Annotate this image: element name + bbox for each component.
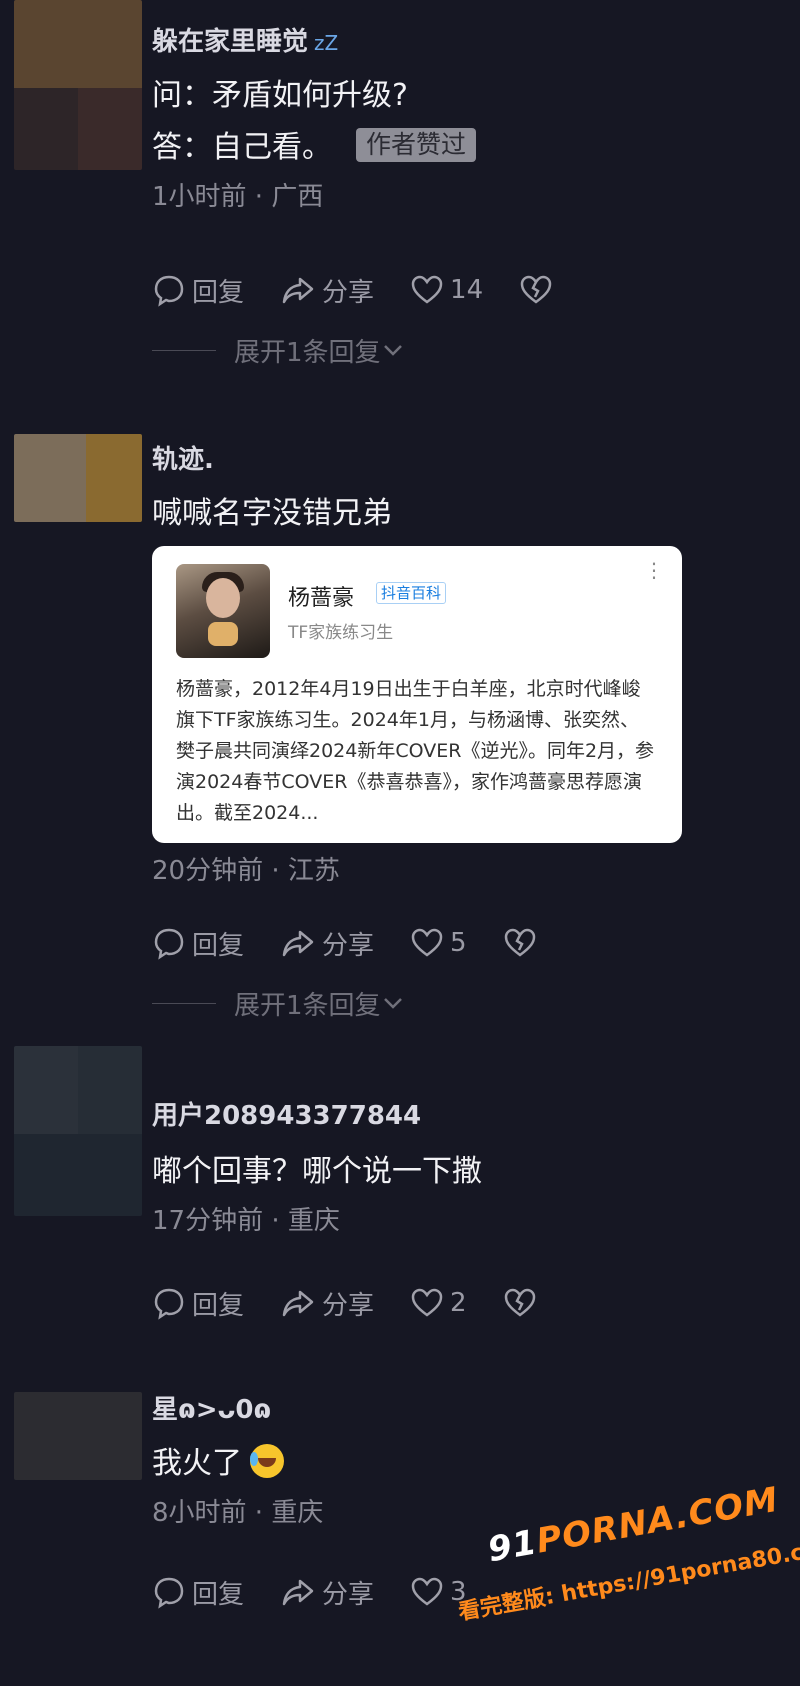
share-label: 分享 xyxy=(322,1579,375,1610)
comment-text: 喊喊名字没错兄弟 xyxy=(152,496,392,531)
username[interactable]: 躲在家里睡觉 zZ xyxy=(152,24,780,60)
comment-text: 我火了 xyxy=(152,1442,780,1486)
like-count: 5 xyxy=(450,928,467,958)
divider-line xyxy=(152,1002,216,1004)
reply-label: 回复 xyxy=(192,1579,245,1610)
share-label: 分享 xyxy=(322,930,375,961)
comment-actions: 回复 分享 2 xyxy=(152,1283,579,1323)
expand-replies[interactable]: 展开1条回复 xyxy=(152,985,405,1021)
heart-icon xyxy=(411,1577,443,1606)
laughing-tears-emoji-icon xyxy=(250,1444,284,1478)
comment-actions: 回复 分享 14 xyxy=(152,270,595,310)
comment-meta: 1小时前 · 广西 xyxy=(152,182,324,212)
reply-label: 回复 xyxy=(192,277,245,308)
share-arrow-icon xyxy=(282,277,314,304)
share-button[interactable]: 分享 xyxy=(280,925,374,962)
chevron-down-icon xyxy=(383,345,402,356)
baike-card[interactable]: 杨蔷豪 抖音百科 TF家族练习生 ⋮ 杨蔷豪，2012年4月19日出生于白羊座，… xyxy=(152,546,682,843)
comment-bubble-icon xyxy=(154,928,184,960)
avatar[interactable] xyxy=(14,1046,142,1216)
card-subtitle: TF家族练习生 xyxy=(288,623,394,643)
reply-button[interactable]: 回复 xyxy=(152,1285,244,1322)
comment-text: 问：矛盾如何升级? xyxy=(152,78,408,113)
like-button[interactable]: 5 xyxy=(410,927,467,959)
comment-actions: 回复 分享 3 xyxy=(152,1572,503,1612)
comment-meta: 17分钟前 · 重庆 xyxy=(152,1206,340,1236)
expand-label: 展开1条回复 xyxy=(234,337,381,368)
share-label: 分享 xyxy=(322,277,375,308)
username[interactable]: 星ɷ>ᴗ0ɷ xyxy=(152,1392,780,1428)
reply-button[interactable]: 回复 xyxy=(152,925,244,962)
username[interactable]: 用户208943377844 xyxy=(152,1098,780,1134)
heart-icon xyxy=(411,928,443,957)
like-button[interactable]: 2 xyxy=(410,1287,467,1319)
card-body: 杨蔷豪，2012年4月19日出生于白羊座，北京时代峰峻旗下TF家族练习生。202… xyxy=(176,678,655,824)
like-count: 14 xyxy=(450,275,484,305)
share-button[interactable]: 分享 xyxy=(280,1285,374,1322)
dislike-button[interactable] xyxy=(503,1287,543,1319)
heart-icon xyxy=(411,275,443,304)
card-name: 杨蔷豪 xyxy=(288,586,355,611)
share-button[interactable]: 分享 xyxy=(280,272,374,309)
reply-button[interactable]: 回复 xyxy=(152,272,244,309)
heart-icon xyxy=(411,1288,443,1317)
expand-label: 展开1条回复 xyxy=(234,990,381,1021)
avatar[interactable] xyxy=(14,434,142,522)
broken-heart-icon xyxy=(504,1288,535,1317)
card-photo xyxy=(176,564,270,658)
comment-text: 嘟个回事？哪个说一下撒 xyxy=(152,1154,482,1189)
like-button[interactable]: 14 xyxy=(410,274,483,306)
chevron-down-icon xyxy=(383,998,402,1009)
share-arrow-icon xyxy=(282,1290,314,1317)
comment-meta: 20分钟前 · 江苏 xyxy=(152,856,340,886)
dislike-button[interactable] xyxy=(503,927,543,959)
share-arrow-icon xyxy=(282,1579,314,1606)
like-count: 2 xyxy=(450,1288,467,1318)
expand-replies[interactable]: 展开1条回复 xyxy=(152,332,405,368)
comment-bubble-icon xyxy=(154,275,184,307)
username[interactable]: 轨迹. xyxy=(152,442,780,478)
broken-heart-icon xyxy=(520,275,552,304)
reply-label: 回复 xyxy=(192,1290,245,1321)
avatar[interactable] xyxy=(14,1392,142,1480)
comment-text-line2: 答：自己看。 作者赞过 xyxy=(152,126,780,170)
share-label: 分享 xyxy=(322,1290,375,1321)
card-tag: 抖音百科 xyxy=(376,582,447,604)
comment-bubble-icon xyxy=(154,1577,184,1609)
dislike-button[interactable] xyxy=(519,274,559,306)
reply-label: 回复 xyxy=(192,930,245,961)
share-button[interactable]: 分享 xyxy=(280,1574,374,1611)
avatar[interactable] xyxy=(14,0,142,170)
divider-line xyxy=(152,349,216,351)
comment-actions: 回复 分享 5 xyxy=(152,923,579,963)
more-options-icon[interactable]: ⋮ xyxy=(644,560,664,580)
author-liked-badge: 作者赞过 xyxy=(356,128,477,162)
comment-bubble-icon xyxy=(154,1288,184,1320)
share-arrow-icon xyxy=(282,930,314,957)
reply-button[interactable]: 回复 xyxy=(152,1574,244,1611)
sleep-zz-icon: zZ xyxy=(314,31,339,55)
broken-heart-icon xyxy=(504,928,535,957)
